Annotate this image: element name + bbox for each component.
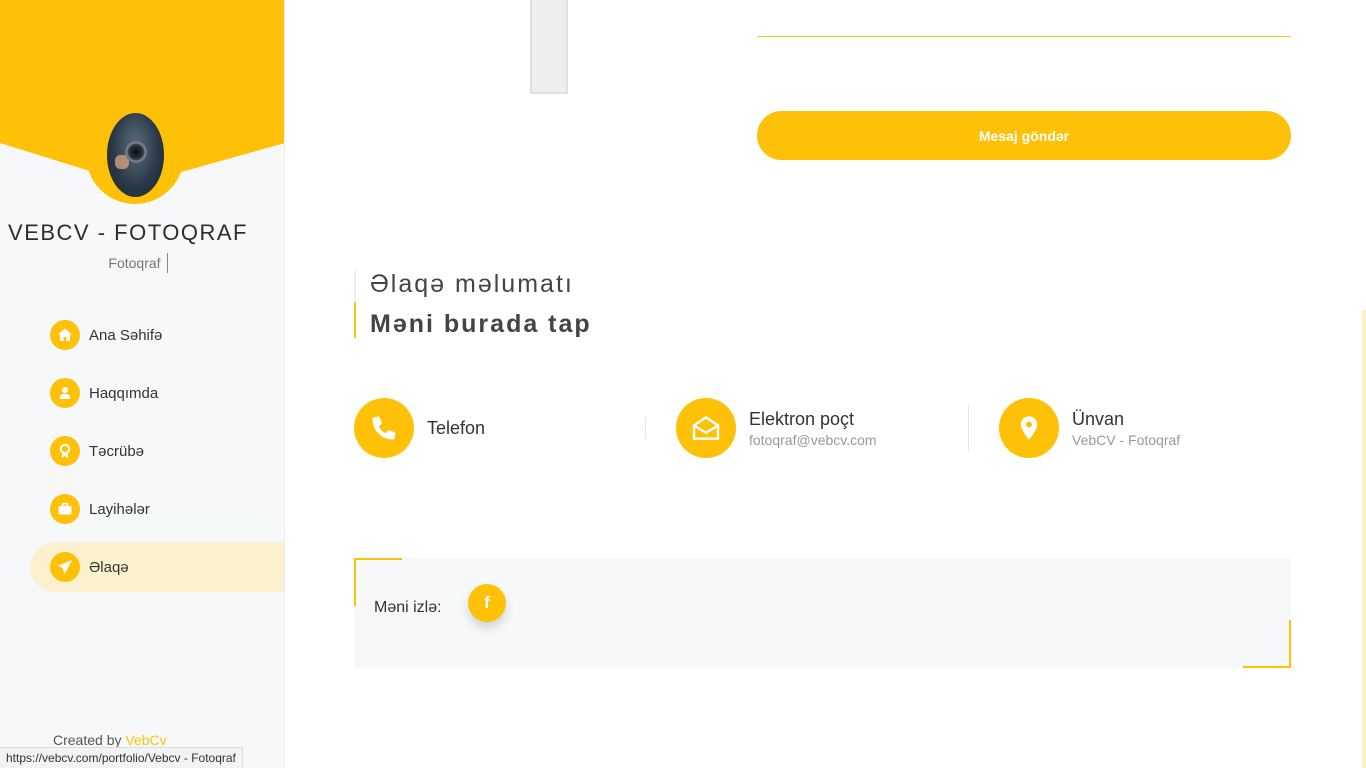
- contact-title: Ünvan: [1072, 408, 1125, 429]
- avatar: [107, 113, 164, 197]
- contact-item-email: Elektron poçt fotoqraf@vebcv.com: [676, 398, 877, 458]
- created-by-text: Created by: [53, 732, 122, 748]
- section-subtitle: Əlaqə məlumatı: [370, 270, 574, 298]
- sidebar-item-label: Layihələr: [89, 500, 150, 518]
- contact-item-phone: Telefon: [354, 398, 485, 458]
- sidebar-item-about[interactable]: Haqqımda: [30, 368, 284, 418]
- phone-icon: [354, 398, 414, 458]
- created-by-link[interactable]: VebCv: [125, 732, 166, 748]
- briefcase-icon: [50, 494, 80, 524]
- typing-caret: [166, 253, 168, 273]
- contact-text: Ünvan VebCV - Fotoqraf: [1072, 409, 1180, 448]
- sidebar-item-label: Haqqımda: [89, 384, 159, 402]
- sidebar-item-label: Ana Səhifə: [89, 326, 163, 344]
- contact-title: Elektron poçt: [749, 408, 855, 429]
- user-icon: [50, 378, 80, 408]
- status-bar-url: https://vebcv.com/portfolio/Vebcv - Foto…: [0, 747, 243, 768]
- sidebar-item-experience[interactable]: Təcrübə: [30, 426, 284, 476]
- message-input-underline[interactable]: [757, 36, 1291, 37]
- corner-decoration: [1243, 620, 1291, 668]
- sidebar: VEBCV - FOTOQRAF Fotoqraf Ana Səhifə Haq…: [0, 0, 285, 768]
- send-message-button[interactable]: Mesaj göndər: [757, 111, 1291, 160]
- map-pin-icon: [999, 398, 1059, 458]
- scrollbar-track[interactable]: [1362, 310, 1366, 768]
- sidebar-item-contact[interactable]: Əlaqə: [30, 542, 284, 592]
- section-header-bar: [354, 270, 356, 338]
- contact-item-address: Ünvan VebCV - Fotoqraf: [999, 398, 1180, 458]
- section-title: Məni burada tap: [370, 310, 592, 338]
- created-by: Created by VebCv: [53, 732, 167, 748]
- home-icon: [50, 320, 80, 350]
- award-icon: [50, 436, 80, 466]
- paper-plane-icon: [50, 552, 80, 582]
- facebook-icon[interactable]: f: [468, 584, 506, 622]
- follow-box: Məni izlə: f: [354, 558, 1291, 668]
- contact-divider: [968, 405, 969, 451]
- follow-label: Məni izlə:: [374, 599, 442, 616]
- contact-text: Elektron poçt fotoqraf@vebcv.com: [749, 409, 877, 448]
- sidebar-item-label: Əlaqə: [89, 558, 129, 576]
- avatar-camera-lens: [125, 141, 147, 163]
- sidebar-item-label: Təcrübə: [89, 442, 145, 460]
- site-subtitle-text: Fotoqraf: [108, 255, 161, 271]
- envelope-open-icon: [676, 398, 736, 458]
- sidebar-item-projects[interactable]: Layihələr: [30, 484, 284, 534]
- contact-divider: [645, 417, 646, 439]
- contact-title: Telefon: [427, 417, 486, 438]
- contact-text: Telefon: [427, 418, 485, 439]
- sidebar-nav: Ana Səhifə Haqqımda Təcrübə Layihələr Əl…: [30, 310, 284, 600]
- map-frame: [530, 0, 568, 94]
- sidebar-item-home[interactable]: Ana Səhifə: [30, 310, 284, 360]
- contact-email-value[interactable]: fotoqraf@vebcv.com: [749, 432, 877, 448]
- site-subtitle: Fotoqraf: [0, 253, 276, 273]
- contact-address-value: VebCV - Fotoqraf: [1072, 431, 1181, 448]
- site-title: VEBCV - FOTOQRAF: [8, 220, 248, 245]
